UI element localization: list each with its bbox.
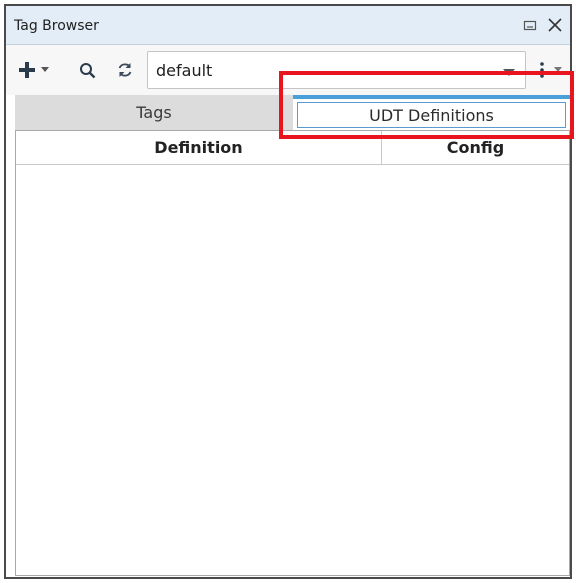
menu-icon[interactable] [535, 59, 549, 81]
column-header-definition[interactable]: Definition [16, 131, 382, 164]
menu-dropdown-arrow-icon[interactable] [552, 59, 564, 81]
dropdown-arrow-icon[interactable] [39, 59, 51, 81]
tab-tags-label: Tags [136, 103, 172, 122]
table-header: Definition Config [16, 131, 569, 165]
tab-strip: Tags UDT Definitions [6, 95, 570, 130]
table-body[interactable] [16, 165, 569, 575]
toolbar: default [6, 45, 570, 95]
tab-udt-definitions-label: UDT Definitions [369, 105, 494, 125]
tab-udt-definitions-focus: UDT Definitions [297, 102, 566, 128]
column-header-config[interactable]: Config [382, 131, 569, 164]
panel-title: Tag Browser [14, 18, 99, 34]
close-icon[interactable] [545, 15, 565, 35]
tab-udt-definitions[interactable]: UDT Definitions [293, 95, 570, 130]
add-icon[interactable] [16, 59, 38, 81]
tab-tags[interactable]: Tags [15, 95, 293, 130]
chevron-down-icon [503, 69, 515, 76]
restore-icon[interactable] [520, 15, 540, 35]
tag-provider-select[interactable]: default [147, 51, 526, 89]
udt-definitions-table: Definition Config [15, 130, 570, 576]
tag-browser-panel: Tag Browser default Tags UDT Definitions… [4, 4, 572, 579]
search-icon[interactable] [76, 59, 98, 81]
refresh-icon[interactable] [114, 59, 136, 81]
provider-value: default [156, 61, 213, 80]
title-bar: Tag Browser [6, 6, 570, 45]
